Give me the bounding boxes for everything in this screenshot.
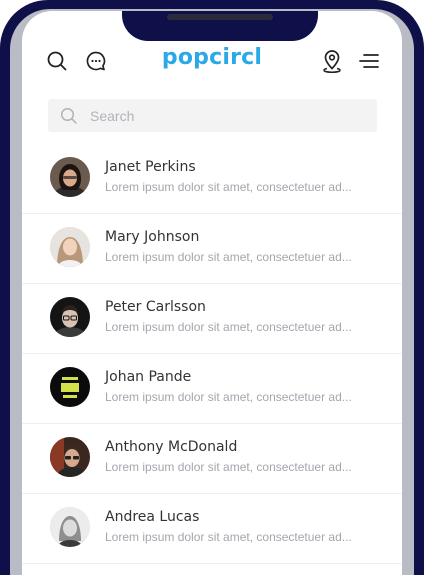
avatar: [50, 157, 90, 197]
phone-screen: popcircl Janet Perkins Lorem ipsum dolor…: [22, 11, 402, 575]
contact-row[interactable]: Peter Carlsson Lorem ipsum dolor sit ame…: [22, 284, 402, 354]
contact-name: Janet Perkins: [105, 159, 196, 175]
contact-name: Andrea Lucas: [105, 509, 200, 525]
contact-name: Johan Pande: [105, 369, 192, 385]
contact-snippet: Lorem ipsum dolor sit amet, consectetuer…: [105, 320, 352, 334]
contact-name: Anthony McDonald: [105, 439, 238, 455]
contact-row[interactable]: Johan Pande Lorem ipsum dolor sit amet, …: [22, 354, 402, 424]
contact-name: Mary Johnson: [105, 229, 200, 245]
search-field-icon: [60, 107, 77, 124]
contact-list: Janet Perkins Lorem ipsum dolor sit amet…: [22, 144, 402, 564]
menu-icon[interactable]: [355, 49, 383, 73]
contact-row[interactable]: Andrea Lucas Lorem ipsum dolor sit amet,…: [22, 494, 402, 564]
contact-snippet: Lorem ipsum dolor sit amet, consectetuer…: [105, 530, 352, 544]
location-pin-icon[interactable]: [318, 49, 346, 73]
contact-row[interactable]: Mary Johnson Lorem ipsum dolor sit amet,…: [22, 214, 402, 284]
phone-notch: [122, 11, 318, 41]
top-bar: popcircl: [22, 45, 402, 79]
avatar: [50, 507, 90, 547]
contact-snippet: Lorem ipsum dolor sit amet, consectetuer…: [105, 180, 352, 194]
contact-name: Peter Carlsson: [105, 299, 206, 315]
avatar: [50, 227, 90, 267]
speaker-grille: [167, 14, 273, 20]
search-input[interactable]: [88, 106, 352, 125]
avatar: [50, 437, 90, 477]
search-bar[interactable]: [48, 99, 377, 132]
contact-row[interactable]: Anthony McDonald Lorem ipsum dolor sit a…: [22, 424, 402, 494]
avatar: [50, 297, 90, 337]
contact-snippet: Lorem ipsum dolor sit amet, consectetuer…: [105, 390, 352, 404]
contact-row[interactable]: Janet Perkins Lorem ipsum dolor sit amet…: [22, 144, 402, 214]
contact-snippet: Lorem ipsum dolor sit amet, consectetuer…: [105, 460, 352, 474]
contact-snippet: Lorem ipsum dolor sit amet, consectetuer…: [105, 250, 352, 264]
avatar: [50, 367, 90, 407]
